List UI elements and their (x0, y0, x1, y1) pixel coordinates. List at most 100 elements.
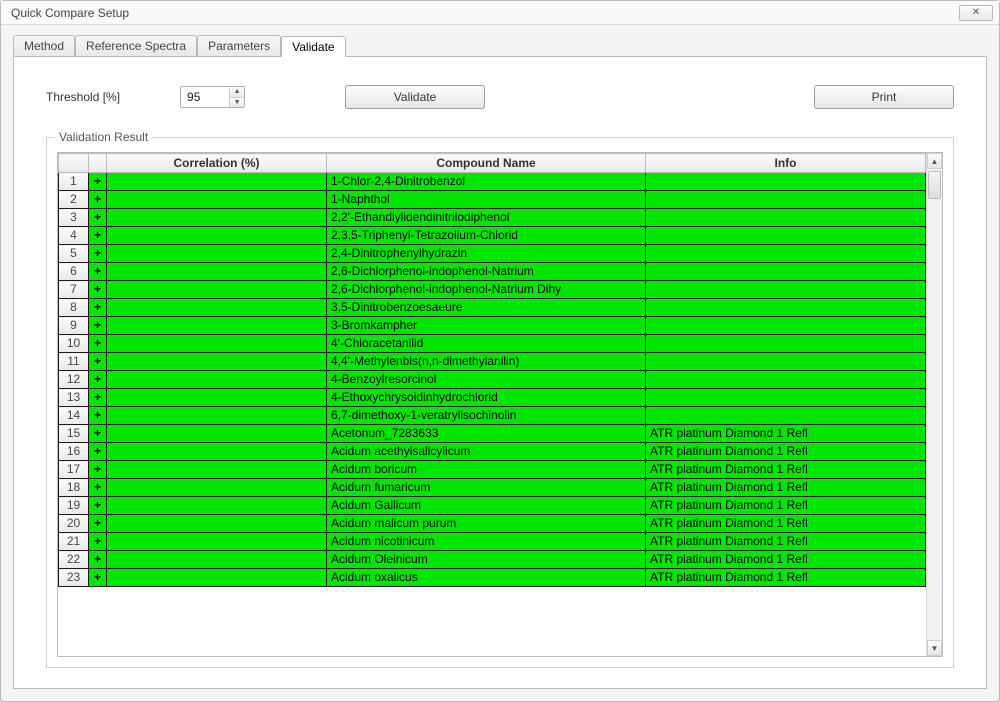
row-mark: + (89, 245, 107, 263)
cell-correlation (107, 443, 327, 461)
row-number[interactable]: 2 (59, 191, 89, 209)
cell-compound: Acetonum_7283633 (327, 425, 646, 443)
cell-correlation (107, 317, 327, 335)
table-row[interactable]: 22+Acidum OleinicumATR platinum Diamond … (59, 551, 926, 569)
table-row[interactable]: 12+4-Benzoylresorcinol (59, 371, 926, 389)
results-table: Correlation (%) Compound Name Info 1+1-C… (58, 153, 926, 587)
row-mark: + (89, 191, 107, 209)
cell-correlation (107, 569, 327, 587)
row-number[interactable]: 13 (59, 389, 89, 407)
titlebar: Quick Compare Setup ✕ (1, 1, 999, 25)
cell-correlation (107, 515, 327, 533)
row-number[interactable]: 17 (59, 461, 89, 479)
row-number[interactable]: 4 (59, 227, 89, 245)
close-button[interactable]: ✕ (959, 5, 993, 21)
cell-correlation (107, 209, 327, 227)
threshold-spinner[interactable]: ▲ ▼ (180, 86, 245, 108)
col-compound[interactable]: Compound Name (327, 154, 646, 173)
cell-correlation (107, 335, 327, 353)
row-number[interactable]: 18 (59, 479, 89, 497)
row-mark: + (89, 299, 107, 317)
cell-correlation (107, 227, 327, 245)
row-number[interactable]: 10 (59, 335, 89, 353)
table-row[interactable]: 13+4-Ethoxychrysoidinhydrochlorid (59, 389, 926, 407)
table-row[interactable]: 6+2,6-Dichlorphenol-indophenol-Natrium (59, 263, 926, 281)
table-row[interactable]: 23+Acidum oxalicusATR platinum Diamond 1… (59, 569, 926, 587)
tab-method[interactable]: Method (13, 35, 75, 56)
row-number[interactable]: 3 (59, 209, 89, 227)
spinner-up-icon[interactable]: ▲ (230, 87, 244, 98)
table-row[interactable]: 3+2,2'-Ethandiylidendinitrilodiphenol (59, 209, 926, 227)
row-number[interactable]: 15 (59, 425, 89, 443)
table-row[interactable]: 8+3,5-Dinitrobenzoesaeure (59, 299, 926, 317)
cell-correlation (107, 353, 327, 371)
row-number[interactable]: 7 (59, 281, 89, 299)
scroll-up-icon[interactable]: ▲ (927, 153, 942, 169)
cell-correlation (107, 245, 327, 263)
vertical-scrollbar[interactable]: ▲ ▼ (926, 153, 942, 656)
tab-validate[interactable]: Validate (281, 36, 345, 57)
cell-correlation (107, 389, 327, 407)
tab-reference-spectra[interactable]: Reference Spectra (75, 35, 197, 56)
row-mark: + (89, 353, 107, 371)
scroll-down-icon[interactable]: ▼ (927, 640, 942, 656)
cell-info: ATR platinum Diamond 1 Refl (646, 479, 926, 497)
col-info[interactable]: Info (646, 154, 926, 173)
cell-info (646, 191, 926, 209)
row-number[interactable]: 6 (59, 263, 89, 281)
row-mark: + (89, 569, 107, 587)
row-number[interactable]: 14 (59, 407, 89, 425)
table-row[interactable]: 9+3-Bromkampher (59, 317, 926, 335)
threshold-input[interactable] (181, 87, 229, 107)
table-row[interactable]: 15+Acetonum_7283633ATR platinum Diamond … (59, 425, 926, 443)
row-mark: + (89, 389, 107, 407)
scroll-thumb[interactable] (928, 171, 941, 199)
table-row[interactable]: 10+4'-Chloracetanilid (59, 335, 926, 353)
table-row[interactable]: 4+2,3,5-Triphenyl-Tetrazolium-Chlorid (59, 227, 926, 245)
spinner-down-icon[interactable]: ▼ (230, 98, 244, 108)
table-row[interactable]: 20+Acidum malicum purumATR platinum Diam… (59, 515, 926, 533)
row-number[interactable]: 20 (59, 515, 89, 533)
validation-result-group: Validation Result (46, 137, 954, 668)
cell-compound: 4'-Chloracetanilid (327, 335, 646, 353)
col-mark[interactable] (89, 154, 107, 173)
table-row[interactable]: 7+2,6-Dichlorphenol-indophenol-Natrium D… (59, 281, 926, 299)
row-mark: + (89, 263, 107, 281)
table-row[interactable]: 18+Acidum fumaricumATR platinum Diamond … (59, 479, 926, 497)
table-row[interactable]: 17+Acidum boricumATR platinum Diamond 1 … (59, 461, 926, 479)
cell-info (646, 263, 926, 281)
row-number[interactable]: 21 (59, 533, 89, 551)
app-window: Quick Compare Setup ✕ Method Reference S… (0, 0, 1000, 702)
results-grid[interactable]: Correlation (%) Compound Name Info 1+1-C… (58, 153, 926, 656)
table-row[interactable]: 14+6,7-dimethoxy-1-veratrylisochinolin (59, 407, 926, 425)
col-rownum[interactable] (59, 154, 89, 173)
table-row[interactable]: 16+Acidum acethylsalicylicumATR platinum… (59, 443, 926, 461)
table-row[interactable]: 11+4,4'-Methylenbis(n,n-dimethylanilin) (59, 353, 926, 371)
cell-compound: Acidum oxalicus (327, 569, 646, 587)
print-button[interactable]: Print (814, 85, 954, 109)
row-number[interactable]: 12 (59, 371, 89, 389)
row-number[interactable]: 5 (59, 245, 89, 263)
row-number[interactable]: 23 (59, 569, 89, 587)
table-row[interactable]: 1+1-Chlor-2,4-Dinitrobenzol (59, 173, 926, 191)
cell-correlation (107, 425, 327, 443)
row-number[interactable]: 1 (59, 173, 89, 191)
row-number[interactable]: 8 (59, 299, 89, 317)
table-row[interactable]: 21+Acidum nicotinicumATR platinum Diamon… (59, 533, 926, 551)
row-number[interactable]: 9 (59, 317, 89, 335)
table-row[interactable]: 5+2,4-Dinitrophenylhydrazin (59, 245, 926, 263)
row-number[interactable]: 22 (59, 551, 89, 569)
cell-info (646, 317, 926, 335)
table-row[interactable]: 19+Acidum GallicumATR platinum Diamond 1… (59, 497, 926, 515)
cell-compound: Acidum Oleinicum (327, 551, 646, 569)
row-mark: + (89, 173, 107, 191)
row-number[interactable]: 16 (59, 443, 89, 461)
row-number[interactable]: 19 (59, 497, 89, 515)
table-row[interactable]: 2+1-Naphthol (59, 191, 926, 209)
cell-correlation (107, 407, 327, 425)
col-correlation[interactable]: Correlation (%) (107, 154, 327, 173)
tab-parameters[interactable]: Parameters (197, 35, 281, 56)
row-number[interactable]: 11 (59, 353, 89, 371)
scroll-track[interactable] (927, 169, 942, 640)
validate-button[interactable]: Validate (345, 85, 485, 109)
